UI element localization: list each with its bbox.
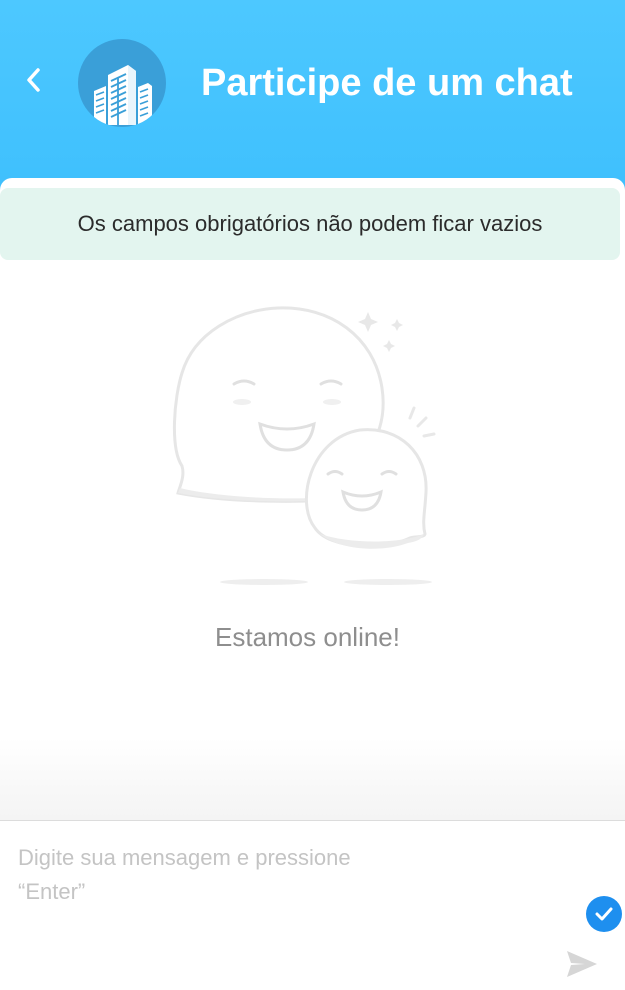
avatar xyxy=(78,39,166,127)
fade-overlay xyxy=(0,738,625,820)
page-title: Participe de um chat xyxy=(201,62,573,104)
message-input[interactable] xyxy=(18,841,398,921)
chat-header: Participe de um chat xyxy=(0,0,625,190)
chat-body: Os campos obrigatórios não podem ficar v… xyxy=(0,178,625,820)
chevron-left-icon xyxy=(26,67,42,98)
chat-bubbles-icon xyxy=(160,298,460,598)
send-button[interactable] xyxy=(565,949,599,979)
validation-notice-text: Os campos obrigatórios não podem ficar v… xyxy=(77,211,543,236)
online-status-text: Estamos online! xyxy=(215,622,400,652)
check-circle-icon[interactable] xyxy=(586,896,622,932)
chat-widget: Participe de um chat Os campos obrigatór… xyxy=(0,0,625,990)
validation-notice: Os campos obrigatórios não podem ficar v… xyxy=(0,188,620,260)
message-composer xyxy=(0,820,625,990)
send-icon xyxy=(565,951,599,983)
building-icon xyxy=(78,65,166,127)
back-button[interactable] xyxy=(14,62,54,102)
